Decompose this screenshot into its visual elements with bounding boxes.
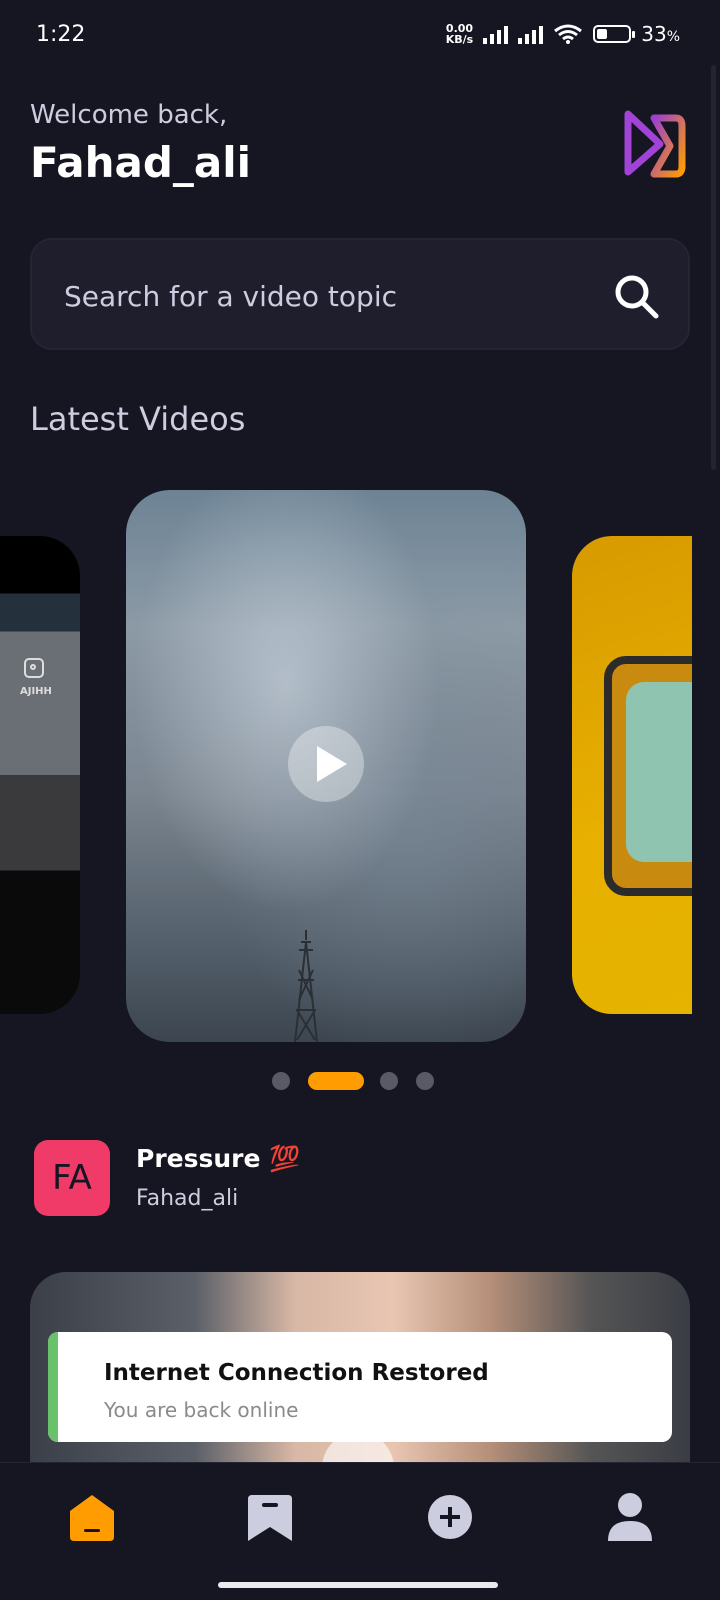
pagination-dot[interactable] — [272, 1072, 290, 1090]
video-card-next[interactable] — [572, 536, 692, 1014]
profile-icon[interactable] — [602, 1491, 658, 1543]
toast-notification[interactable]: Internet Connection Restored You are bac… — [48, 1332, 672, 1442]
bookmark-icon[interactable] — [242, 1491, 298, 1543]
bottom-tab-bar — [0, 1462, 720, 1571]
instagram-icon — [24, 658, 44, 678]
tower-image — [294, 930, 318, 1042]
search-icon[interactable] — [612, 272, 660, 320]
video-card-previous[interactable]: AJIHH — [0, 536, 80, 1014]
gesture-bar — [218, 1582, 498, 1588]
signal-icon — [483, 24, 509, 44]
scroll-indicator — [711, 65, 716, 470]
network-speed: 0.00 KB/s — [446, 23, 473, 45]
search-box[interactable] — [30, 238, 690, 350]
battery-icon — [593, 25, 636, 43]
video-title: Pressure 💯 — [136, 1144, 301, 1173]
create-icon[interactable] — [422, 1491, 478, 1543]
toast-status-bar — [48, 1332, 58, 1442]
signal-icon-2 — [518, 24, 544, 44]
section-title-latest: Latest Videos — [30, 400, 246, 438]
network-speed-unit: KB/s — [445, 33, 474, 46]
play-button[interactable] — [288, 726, 364, 802]
battery-level: 33% — [641, 22, 680, 46]
toast-message: You are back online — [104, 1398, 299, 1422]
battery-unit: % — [666, 29, 680, 45]
search-input[interactable] — [62, 270, 606, 322]
status-icons: 0.00 KB/s 33% — [446, 22, 680, 46]
carousel-pagination — [0, 1072, 720, 1092]
welcome-text: Welcome back, — [30, 100, 228, 130]
tv-image — [604, 656, 692, 896]
home-icon[interactable] — [64, 1491, 120, 1543]
username: Fahad_ali — [30, 138, 252, 187]
pagination-dot-active[interactable] — [308, 1072, 364, 1090]
avatar[interactable]: FA — [34, 1140, 110, 1216]
status-time: 1:22 — [36, 22, 86, 47]
status-bar: 1:22 0.00 KB/s 33% — [0, 0, 720, 72]
video-carousel[interactable]: AJIHH — [0, 490, 720, 1060]
video-creator: Fahad_ali — [136, 1186, 239, 1211]
play-logo-icon — [624, 110, 686, 178]
card-handle: AJIHH — [20, 686, 52, 697]
battery-value: 33 — [641, 22, 667, 46]
video-card-current[interactable] — [126, 490, 526, 1042]
wifi-icon — [554, 24, 583, 44]
video-item[interactable]: FA Pressure 💯 Fahad_ali — [34, 1140, 684, 1220]
toast-title: Internet Connection Restored — [104, 1360, 489, 1386]
pagination-dot[interactable] — [380, 1072, 398, 1090]
pagination-dot[interactable] — [416, 1072, 434, 1090]
